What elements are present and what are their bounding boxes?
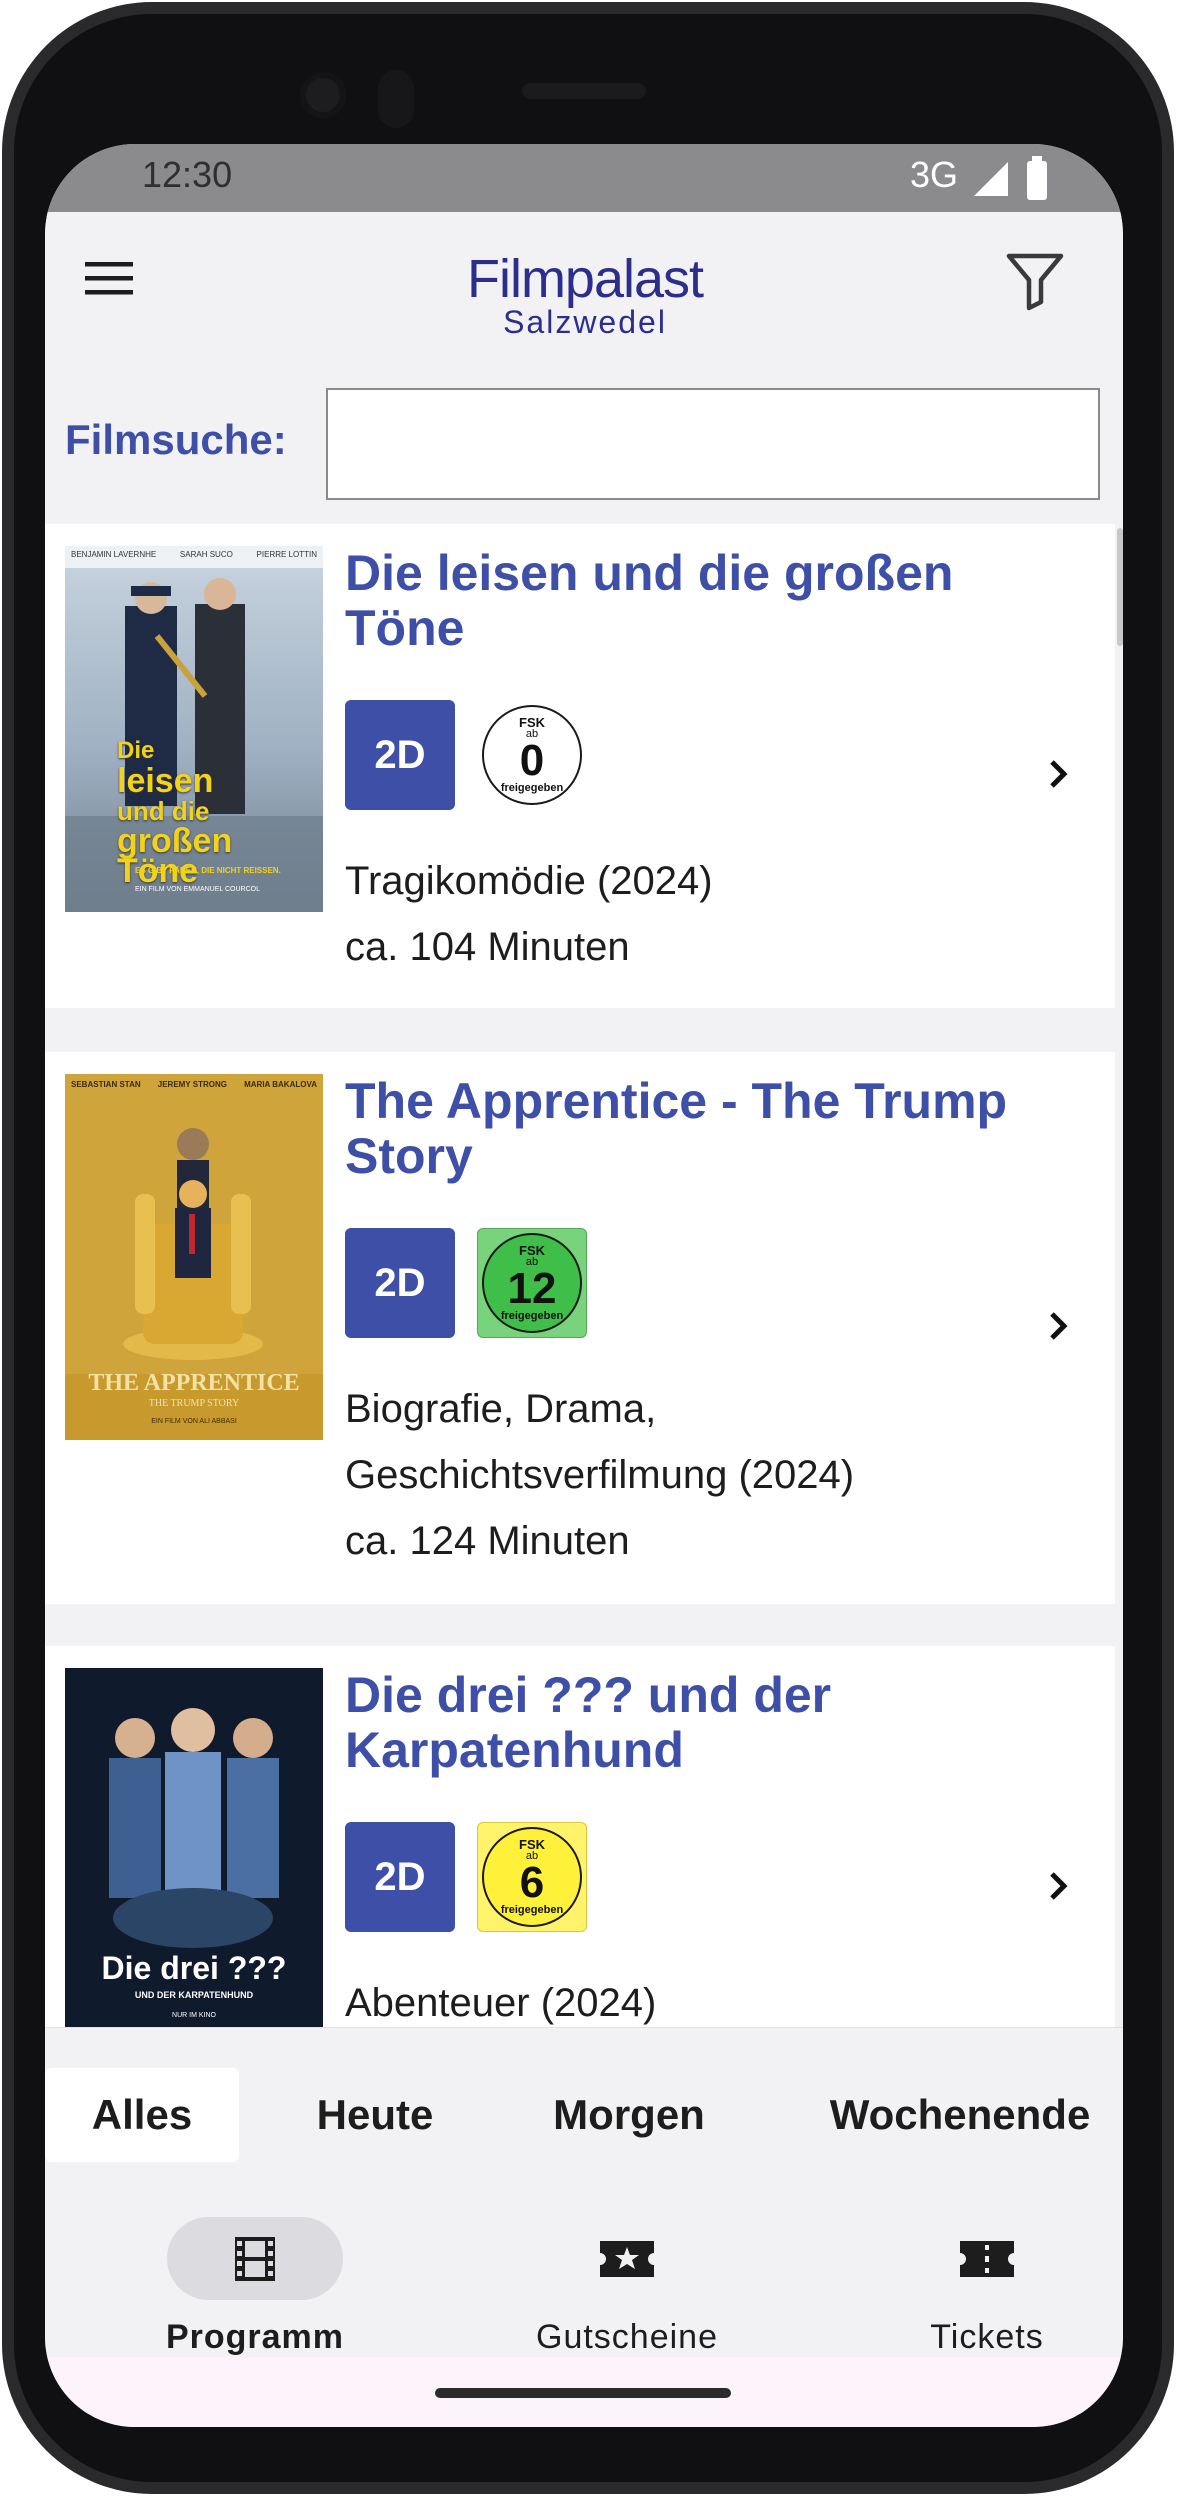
hamburger-menu-icon[interactable]: [83, 258, 137, 302]
fsk-rating-badge: FSK ab 12 freigegeben: [477, 1228, 587, 1338]
format-badge: 2D: [345, 1822, 455, 1932]
nav-tickets-pill: [899, 2217, 1075, 2300]
list-scrollbar[interactable]: [1117, 528, 1123, 646]
search-input[interactable]: [326, 388, 1100, 500]
movie-duration: ca. 104 Minuten: [345, 925, 630, 969]
movie-list: BENJAMIN LAVERNHE SARAH SUCO PIERRE LOTT…: [45, 524, 1123, 2027]
tab-morgen[interactable]: Morgen: [525, 2068, 733, 2162]
movie-card[interactable]: SEBASTIAN STAN JEREMY STRONG MARIA BAKAL…: [45, 1052, 1115, 1604]
fsk-freigegeben: freigegeben: [500, 1310, 564, 1322]
movie-poster: Die drei ??? UND DER KARPATENHUND NUR IM…: [65, 1668, 323, 2027]
poster-actor: MARIA BAKALOVA: [244, 1080, 317, 1089]
movie-card[interactable]: BENJAMIN LAVERNHE SARAH SUCO PIERRE LOTT…: [45, 524, 1115, 1008]
nav-programm[interactable]: Programm: [135, 2187, 375, 2357]
fsk-freigegeben: freigegeben: [500, 782, 564, 794]
movie-poster: BENJAMIN LAVERNHE SARAH SUCO PIERRE LOTT…: [65, 546, 323, 912]
tab-alles[interactable]: Alles: [45, 2068, 239, 2162]
ticket-icon: [960, 2240, 1014, 2277]
search-label: Filmsuche:: [65, 416, 287, 463]
poster-title-line: THE APPRENTICE: [88, 1370, 300, 1396]
poster-director: NUR IM KINO: [172, 2012, 216, 2019]
chevron-right-icon[interactable]: [1043, 1866, 1073, 1906]
movie-genre-year-cont: Geschichtsverfilmung (2024): [345, 1453, 855, 1497]
sensor: [378, 70, 414, 128]
home-gesture-bar[interactable]: [435, 2388, 731, 2398]
poster-title-line: Die drei ???: [101, 1950, 287, 1986]
app-header: Filmpalast Salzwedel: [45, 212, 1123, 364]
movie-duration: ca. 124 Minuten: [345, 1519, 630, 1563]
nav-gutscheine-pill: [539, 2217, 715, 2300]
nav-tickets-label: Tickets: [930, 2318, 1044, 2356]
poster-tagline: UND DER KARPATENHUND: [134, 1990, 254, 2000]
status-bar: 12:30 3G: [45, 144, 1123, 212]
movie-title[interactable]: Die leisen und die großen Töne: [345, 546, 1025, 656]
app-logo: Filmpalast: [466, 249, 704, 309]
tab-heute[interactable]: Heute: [287, 2068, 463, 2162]
movie-genre-year: Abenteuer (2024): [345, 1981, 657, 2025]
signal-icon: [974, 162, 1008, 196]
app-logo-subtitle: Salzwedel: [503, 304, 667, 340]
status-time: 12:30: [142, 154, 233, 195]
movie-title[interactable]: The Apprentice - The Trump Story: [345, 1074, 1025, 1184]
poster-actor: SEBASTIAN STAN: [71, 1080, 141, 1089]
bottom-navigation: Programm Gutscheine Tickets: [45, 2187, 1123, 2357]
format-badge: 2D: [345, 1228, 455, 1338]
filter-icon[interactable]: [1003, 248, 1067, 312]
format-badge: 2D: [345, 700, 455, 810]
poster-actor: BENJAMIN LAVERNHE: [71, 550, 157, 559]
earpiece-speaker: [522, 83, 646, 99]
phone-screen: 12:30 3G Filmpalast Salzwedel Filmsuche:: [45, 144, 1123, 2427]
nav-programm-label: Programm: [165, 2318, 345, 2356]
network-type: 3G: [910, 154, 959, 195]
fsk-freigegeben: freigegeben: [500, 1904, 564, 1916]
movie-title[interactable]: Die drei ??? und der Karpatenhund: [345, 1668, 1025, 1778]
film-icon: [235, 2236, 275, 2281]
nav-gutscheine[interactable]: Gutscheine: [507, 2187, 747, 2357]
movie-genre-year: Biografie, Drama,: [345, 1387, 657, 1431]
poster-tagline: ES GIBT FÄDEN, DIE NICHT REISSEN.: [135, 866, 281, 875]
fsk-age: 0: [519, 736, 545, 785]
fsk-age: 6: [519, 1858, 545, 1907]
nav-gutscheine-label: Gutscheine: [536, 2318, 718, 2356]
nav-tickets[interactable]: Tickets: [867, 2187, 1107, 2357]
ticket-star-icon: [600, 2240, 654, 2277]
tab-wochenende[interactable]: Wochenende: [807, 2068, 1113, 2162]
chevron-right-icon[interactable]: [1043, 754, 1073, 794]
fsk-rating-badge: FSK ab 6 freigegeben: [477, 1822, 587, 1932]
fsk-rating-badge: FSK ab 0 freigegeben: [477, 700, 587, 810]
day-filter-tabs: Alles Heute Morgen Wochenende: [45, 2027, 1123, 2188]
poster-actor: PIERRE LOTTIN: [256, 550, 317, 559]
poster-director: EIN FILM VON ALI ABBASI: [151, 1418, 237, 1425]
poster-actor: SARAH SUCO: [179, 550, 233, 559]
front-camera: [300, 72, 346, 118]
chevron-right-icon[interactable]: [1043, 1306, 1073, 1346]
nav-programm-pill: [167, 2217, 343, 2300]
movie-genre-year: Tragikomödie (2024): [345, 859, 713, 903]
poster-tagline: THE TRUMP STORY: [148, 1398, 240, 1409]
movie-card[interactable]: Die drei ??? UND DER KARPATENHUND NUR IM…: [45, 1646, 1115, 2027]
fsk-age: 12: [507, 1264, 557, 1313]
poster-title-line: leisen: [117, 762, 214, 800]
battery-icon: [1027, 156, 1047, 200]
poster-director: EIN FILM VON EMMANUEL COURCOL: [135, 886, 260, 893]
poster-actor: JEREMY STRONG: [157, 1080, 227, 1089]
movie-poster: SEBASTIAN STAN JEREMY STRONG MARIA BAKAL…: [65, 1074, 323, 1440]
